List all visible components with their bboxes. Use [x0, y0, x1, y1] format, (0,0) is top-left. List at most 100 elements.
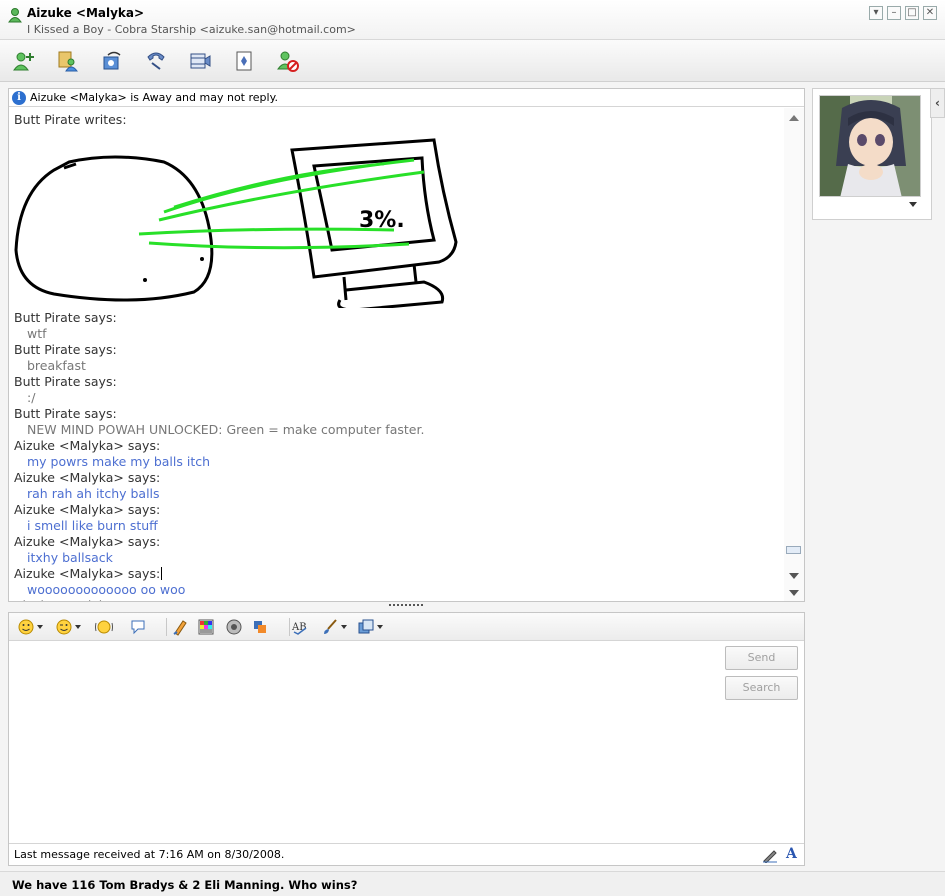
- share-files-button[interactable]: [54, 48, 82, 74]
- background-button[interactable]: [197, 618, 215, 636]
- message-speaker: Aizuke <Malyka> says:: [14, 566, 163, 581]
- avatar-image: [820, 96, 920, 196]
- nudge-button[interactable]: [95, 618, 113, 636]
- away-notice: Aizuke <Malyka> is Away and may not repl…: [30, 91, 279, 104]
- contact-status-icon: [8, 8, 22, 23]
- avatar-menu-icon[interactable]: [909, 202, 917, 207]
- compose-toolbar: AB: [9, 613, 804, 641]
- conversation-pane: i Aizuke <Malyka> is Away and may not re…: [8, 88, 805, 602]
- video-button[interactable]: [186, 48, 214, 74]
- info-bar: i Aizuke <Malyka> is Away and may not re…: [9, 89, 804, 107]
- wink-icon: [56, 619, 72, 635]
- emoticon-button[interactable]: [17, 618, 43, 636]
- minimize-button[interactable]: –: [887, 6, 901, 20]
- handwriting-button[interactable]: [171, 618, 189, 636]
- message-history[interactable]: Butt Pirate writes: 3%. Butt Pirate says…: [9, 108, 784, 601]
- message-speaker: Aizuke <Malyka> says:: [14, 470, 161, 485]
- games-button[interactable]: [230, 48, 258, 74]
- maximize-button[interactable]: □: [905, 6, 919, 20]
- ad-text[interactable]: We have 116 Tom Bradys & 2 Eli Manning. …: [12, 878, 357, 892]
- message-speaker: Aizuke <Malyka> says:: [14, 438, 161, 453]
- wink-button[interactable]: [55, 618, 81, 636]
- share-files-icon: [58, 51, 79, 72]
- contact-name: Aizuke <Malyka>: [27, 6, 145, 20]
- games-icon: [236, 51, 252, 71]
- emoticon-icon: [18, 619, 34, 635]
- message-text: wooooooooooooo oo woo: [27, 582, 186, 597]
- activities-button[interactable]: [251, 618, 269, 636]
- message-text: rah rah ah itchy balls: [27, 486, 160, 501]
- toolbar-separator: [166, 618, 167, 636]
- video-icon: [190, 53, 211, 69]
- paste-icon: [358, 619, 374, 634]
- message-text: :/: [27, 390, 36, 405]
- message-speaker: Butt Pirate says:: [14, 310, 117, 325]
- sound-icon: [226, 619, 242, 635]
- avatar[interactable]: [819, 95, 921, 197]
- last-message-status: Last message received at 7:16 AM on 8/30…: [14, 848, 285, 861]
- message-text: breakfast: [27, 358, 86, 373]
- toolbar-separator: [289, 618, 290, 636]
- info-icon: i: [12, 91, 26, 105]
- font-style-button[interactable]: [321, 618, 347, 636]
- window-controls: ▾ – □ ✕: [869, 6, 937, 20]
- video-call-icon: [103, 51, 121, 70]
- invite-contact-icon: [13, 52, 34, 71]
- message-speaker: Aizuke <Malyka> says:: [14, 502, 161, 517]
- voice-clip-button[interactable]: [129, 618, 147, 636]
- handwriting-icon: [173, 620, 187, 636]
- personal-message: I Kissed a Boy - Cobra Starship <aizuke.…: [27, 23, 356, 36]
- spellcheck-button[interactable]: AB: [291, 618, 309, 636]
- main-toolbar: [0, 40, 945, 82]
- paintbrush-icon: [324, 619, 337, 634]
- send-button[interactable]: Send: [725, 646, 798, 670]
- message-speaker: Aizuke <Malyka> says:: [14, 534, 161, 549]
- scroll-end-icon[interactable]: [789, 590, 799, 596]
- message-list: Butt Pirate says: wtf Butt Pirate says: bre…: [14, 310, 779, 601]
- message-text: NEW MIND POWAH UNLOCKED: Green = make co…: [27, 422, 425, 437]
- invite-contact-button[interactable]: [10, 48, 38, 74]
- message-speaker: Butt Pirate says:: [14, 342, 117, 357]
- search-button[interactable]: Search: [725, 676, 798, 700]
- handwriting-drawing: 3%.: [14, 138, 458, 308]
- message-text: my powrs make my balls itch: [27, 454, 211, 469]
- ad-bar: We have 116 Tom Bradys & 2 Eli Manning. …: [0, 871, 945, 896]
- message-speaker: Butt Pirate says:: [14, 406, 117, 421]
- title-bar: Aizuke <Malyka> I Kissed a Boy - Cobra S…: [0, 0, 945, 40]
- compose-pane: AB Send Search Last message received at …: [8, 612, 805, 866]
- history-scrollbar[interactable]: [784, 108, 804, 601]
- contact-avatar-panel: [812, 88, 932, 220]
- activities-icon: [254, 621, 266, 633]
- block-icon: [277, 51, 299, 72]
- sound-button[interactable]: [225, 618, 243, 636]
- message-speaker: Aizuke <Malyka> says:: [14, 598, 779, 601]
- message-input[interactable]: [9, 641, 714, 843]
- scroll-up-icon[interactable]: [789, 115, 799, 121]
- tray-button[interactable]: ▾: [869, 6, 883, 20]
- call-button[interactable]: [142, 48, 170, 74]
- close-button[interactable]: ✕: [923, 6, 937, 20]
- message-text: wtf: [27, 326, 47, 341]
- paste-options-button[interactable]: [357, 618, 383, 636]
- block-button[interactable]: [274, 48, 302, 74]
- message-text: itxhy ballsack: [27, 550, 113, 565]
- scroll-thumb[interactable]: [786, 546, 801, 554]
- chevron-left-icon: ‹: [935, 96, 940, 110]
- ink-header: Butt Pirate writes:: [14, 112, 127, 127]
- pane-resize-grip[interactable]: [389, 604, 423, 608]
- svg-text:AB: AB: [291, 622, 307, 633]
- typing-mode-icon[interactable]: A: [786, 846, 797, 862]
- spellcheck-icon: AB: [291, 622, 307, 635]
- status-bar: Last message received at 7:16 AM on 8/30…: [9, 843, 804, 865]
- voice-clip-icon: [131, 620, 145, 635]
- message-text: i smell like burn stuff: [27, 518, 158, 533]
- nudge-icon: [95, 620, 113, 634]
- scroll-down-icon[interactable]: [789, 573, 799, 579]
- background-icon: [198, 619, 214, 635]
- text-cursor: [161, 567, 163, 580]
- handwriting-mode-icon[interactable]: [762, 847, 778, 863]
- collapse-panel-button[interactable]: ‹: [930, 88, 945, 118]
- video-call-button[interactable]: [98, 48, 126, 74]
- call-icon: [147, 52, 165, 70]
- message-speaker: Butt Pirate says:: [14, 374, 117, 389]
